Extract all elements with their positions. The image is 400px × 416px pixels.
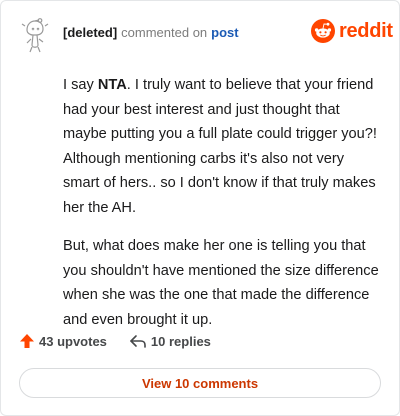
comment-card: [deleted] commented on post reddit I say N…: [0, 0, 400, 416]
meta-verb: commented on: [121, 25, 208, 40]
comment-body: I say NTA. I truly want to believe that …: [63, 73, 383, 346]
reddit-brand[interactable]: reddit: [311, 19, 393, 43]
upvotes-stat[interactable]: 43 upvotes: [19, 333, 107, 349]
username[interactable]: [deleted]: [63, 25, 117, 40]
deleted-user-avatar-icon: [19, 17, 51, 53]
reddit-wordmark: reddit: [339, 20, 393, 42]
upvotes-label: 43 upvotes: [39, 333, 107, 349]
p1-bold: NTA: [97, 77, 127, 93]
reddit-logo-icon: [311, 19, 335, 43]
replies-label: 10 replies: [150, 333, 211, 349]
post-link[interactable]: post: [211, 25, 238, 40]
comment-footer: 43 upvotes 10 replies: [19, 333, 211, 349]
comment-paragraph-2: But, what does make her one is telling y…: [63, 238, 379, 328]
p1-prefix: I say: [63, 77, 98, 93]
reply-arrow-icon: [130, 335, 146, 348]
comment-paragraph-1: I say NTA. I truly want to believe that …: [63, 73, 383, 220]
replies-stat[interactable]: 10 replies: [129, 333, 211, 349]
p1-rest: . I truly want to believe that your frie…: [63, 77, 377, 216]
upvote-arrow-icon: [20, 334, 34, 348]
comment-meta: [deleted] commented on post: [63, 25, 239, 41]
view-comments-button[interactable]: View 10 comments: [19, 368, 381, 398]
